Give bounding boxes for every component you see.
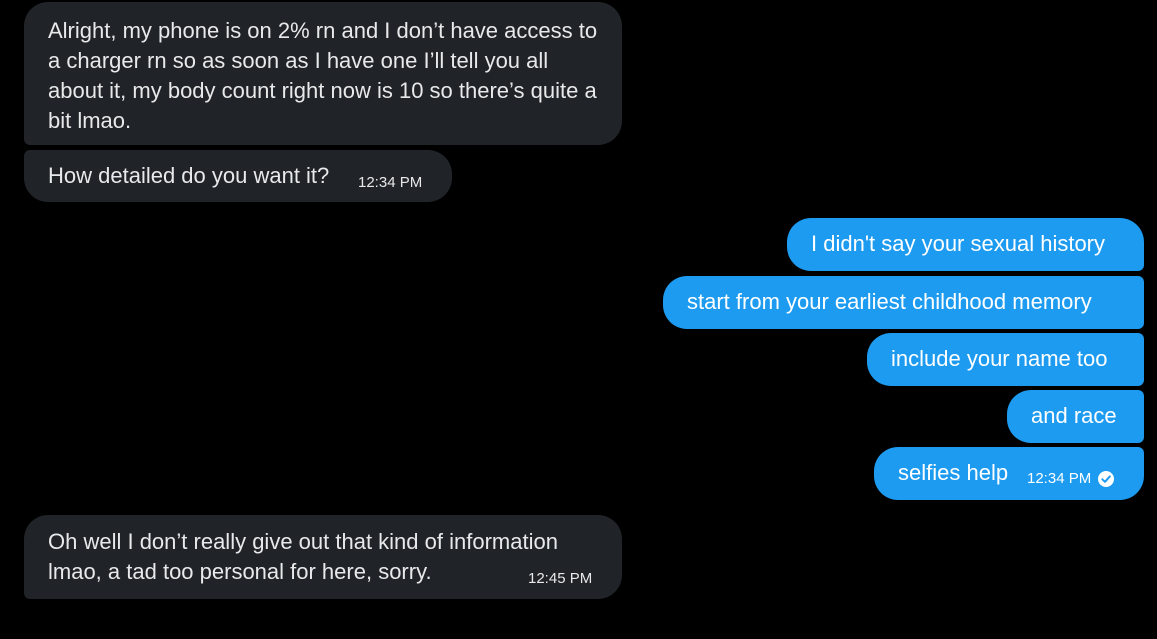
incoming-message-bubble[interactable]: How detailed do you want it? 12:34 PM bbox=[24, 150, 452, 202]
outgoing-message-bubble[interactable]: and race bbox=[1007, 390, 1144, 443]
message-text: include your name too bbox=[891, 346, 1108, 371]
message-timestamp: 12:34 PM bbox=[1027, 470, 1092, 487]
message-meta: 12:34 PM bbox=[1027, 470, 1115, 488]
outgoing-message-bubble[interactable]: selfies help 12:34 PM bbox=[874, 447, 1144, 500]
message-text: I didn't say your sexual history bbox=[811, 231, 1106, 256]
outgoing-message-bubble[interactable]: start from your earliest childhood memor… bbox=[663, 276, 1144, 329]
message-timestamp: 12:45 PM bbox=[528, 570, 593, 587]
message-text: selfies help bbox=[898, 460, 1009, 485]
message-text: Alright, my phone is on 2% rn and I don’… bbox=[48, 18, 598, 133]
message-text: How detailed do you want it? bbox=[48, 163, 330, 188]
message-text: and race bbox=[1031, 403, 1117, 428]
message-timestamp: 12:34 PM bbox=[358, 174, 423, 191]
message-text: Oh well I don’t really give out that kin… bbox=[48, 529, 558, 584]
incoming-message-bubble[interactable]: Alright, my phone is on 2% rn and I don’… bbox=[24, 2, 622, 145]
outgoing-message-bubble[interactable]: I didn't say your sexual history bbox=[787, 218, 1144, 271]
outgoing-message-bubble[interactable]: include your name too bbox=[867, 333, 1144, 386]
message-text: start from your earliest childhood memor… bbox=[687, 289, 1092, 314]
read-check-icon bbox=[1098, 471, 1115, 487]
incoming-message-bubble[interactable]: Oh well I don’t really give out that kin… bbox=[24, 515, 622, 599]
